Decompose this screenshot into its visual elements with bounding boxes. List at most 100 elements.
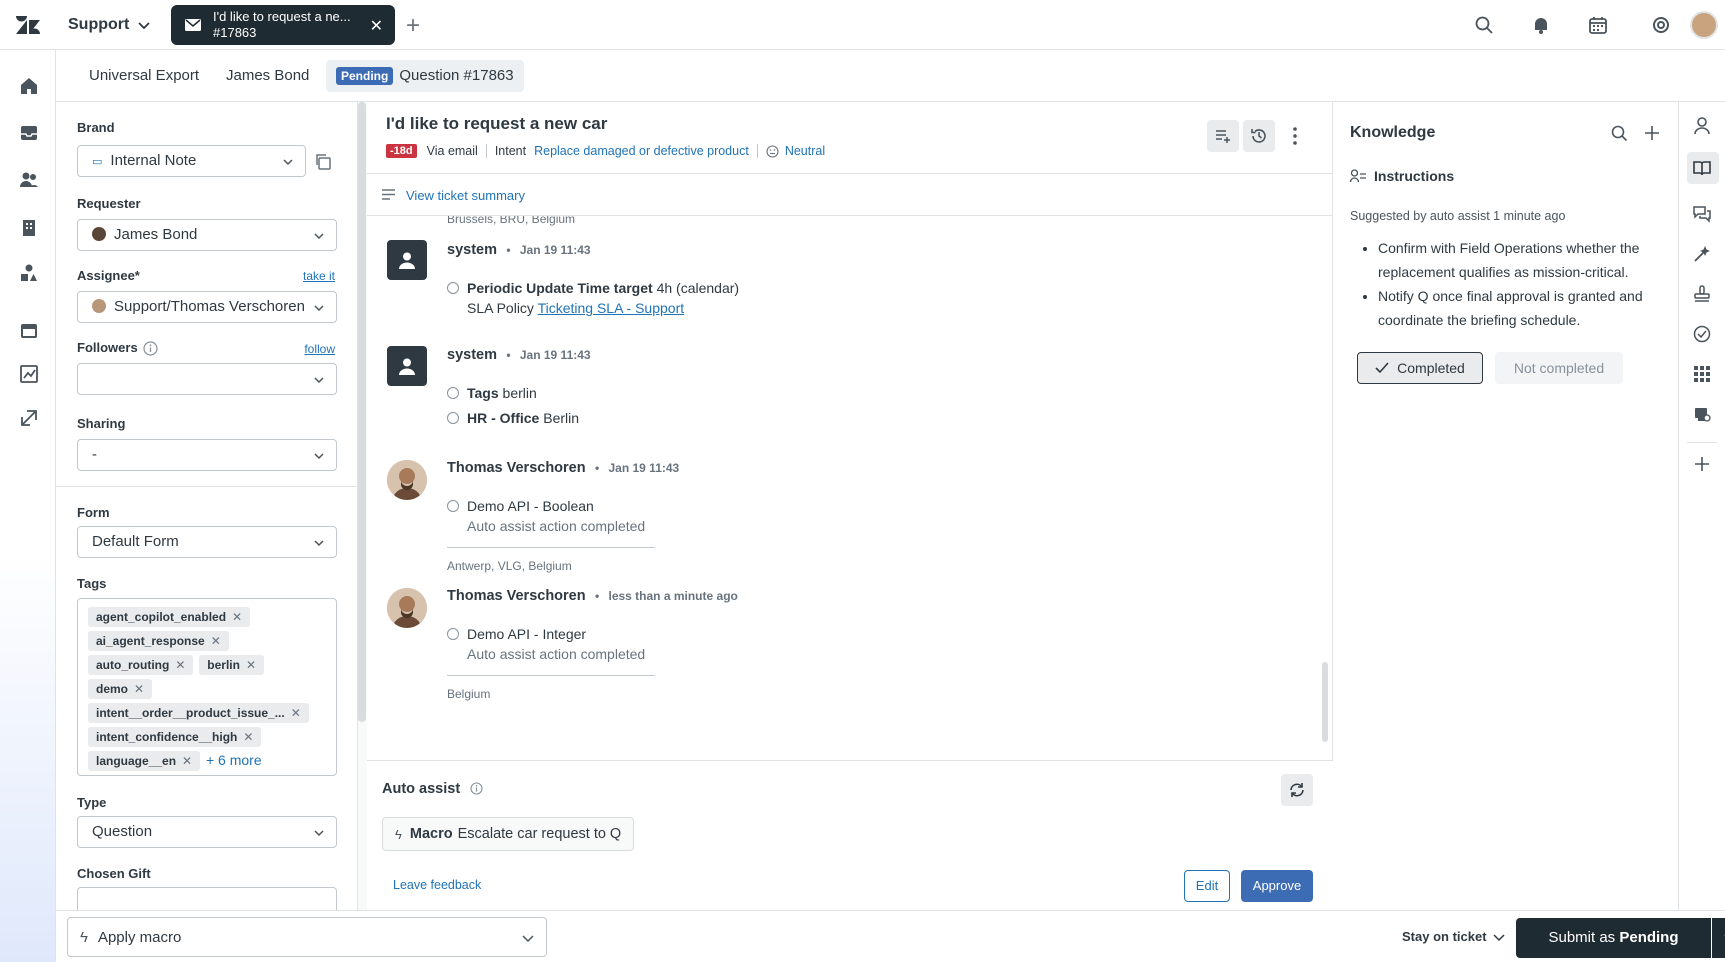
- apply-macro-select[interactable]: ϟ Apply macro: [67, 917, 547, 957]
- search-icon[interactable]: [1611, 125, 1628, 142]
- submit-options-button[interactable]: [1712, 918, 1725, 958]
- brand-select[interactable]: ▭ Internal Note: [77, 145, 306, 177]
- home-icon[interactable]: [19, 76, 39, 96]
- tab-organization[interactable]: Universal Export: [79, 60, 209, 92]
- requester-select[interactable]: James Bond: [77, 219, 337, 251]
- submit-button[interactable]: Submit as Pending: [1516, 918, 1711, 958]
- bell-icon[interactable]: [1531, 15, 1551, 35]
- history-button[interactable]: [1243, 120, 1275, 152]
- info-icon[interactable]: [143, 341, 158, 356]
- add-icon[interactable]: [1644, 125, 1660, 141]
- tab-ticket[interactable]: Pending Question #17863: [326, 60, 524, 92]
- check-circle-icon[interactable]: [1692, 324, 1712, 344]
- approve-button[interactable]: Approve: [1241, 870, 1313, 902]
- sla-policy-link[interactable]: Ticketing SLA - Support: [538, 300, 685, 316]
- check-circle-icon: [447, 628, 459, 640]
- tag-chip[interactable]: intent__order__product_issue_... ✕: [88, 703, 309, 723]
- zendesk-logo-icon[interactable]: [16, 14, 40, 36]
- tag-chip[interactable]: demo ✕: [88, 679, 153, 699]
- sell-icon[interactable]: [19, 408, 39, 428]
- magic-wand-icon[interactable]: [1692, 244, 1712, 264]
- chevron-down-icon: [1493, 933, 1505, 941]
- stay-on-ticket-select[interactable]: Stay on ticket: [1402, 929, 1505, 944]
- take-it-link[interactable]: take it: [303, 269, 335, 283]
- instruction-list: Confirm with Field Operations whether th…: [1378, 236, 1668, 332]
- feed-scrollbar[interactable]: [1322, 662, 1328, 742]
- remove-tag-icon[interactable]: ✕: [232, 610, 242, 624]
- chat-bubbles-icon[interactable]: [1692, 204, 1712, 224]
- completed-button[interactable]: Completed: [1357, 352, 1483, 384]
- tags-input[interactable]: agent_copilot_enabled ✕ ai_agent_response…: [77, 598, 337, 776]
- followers-label: Followers: [77, 340, 138, 355]
- view-summary-link[interactable]: View ticket summary: [406, 188, 525, 203]
- tag-chip[interactable]: berlin ✕: [199, 655, 265, 675]
- knowledge-book-icon[interactable]: [1692, 158, 1712, 178]
- calendar-icon[interactable]: [1588, 15, 1608, 35]
- tab-user[interactable]: James Bond: [216, 60, 319, 92]
- inbox-icon[interactable]: [19, 123, 39, 143]
- tag-chip[interactable]: language__en ✕: [88, 751, 201, 771]
- add-tab-icon[interactable]: +: [406, 12, 420, 40]
- close-tab-icon[interactable]: ✕: [370, 16, 383, 36]
- info-icon[interactable]: [470, 782, 483, 795]
- tag-label: intent__order__product_issue_...: [96, 706, 285, 720]
- schedule-icon[interactable]: [19, 320, 39, 340]
- tag-chip[interactable]: agent_copilot_enabled ✕: [88, 607, 251, 627]
- remove-tag-icon[interactable]: ✕: [243, 730, 253, 744]
- remove-tag-icon[interactable]: ✕: [246, 658, 256, 672]
- divider: [756, 144, 758, 158]
- sentiment-link[interactable]: Neutral: [785, 144, 825, 158]
- search-icon[interactable]: [1474, 15, 1494, 35]
- remove-tag-icon[interactable]: ✕: [134, 682, 144, 696]
- ticket-subject[interactable]: I'd like to request a new car: [386, 114, 607, 134]
- admin-shapes-icon[interactable]: [19, 263, 39, 283]
- remove-tag-icon[interactable]: ✕: [182, 754, 192, 768]
- more-options-icon[interactable]: [1292, 126, 1298, 146]
- apps-grid-icon[interactable]: [1692, 364, 1712, 384]
- edit-button[interactable]: Edit: [1184, 870, 1230, 902]
- product-switcher[interactable]: Support: [68, 16, 151, 34]
- tag-chip[interactable]: intent_confidence__high ✕: [88, 727, 262, 747]
- type-select[interactable]: Question: [77, 816, 337, 848]
- organizations-icon[interactable]: [19, 218, 39, 238]
- add-app-icon[interactable]: [1692, 454, 1712, 474]
- tag-chip[interactable]: ai_agent_response ✕: [88, 631, 229, 651]
- submit-status: Pending: [1619, 929, 1679, 946]
- app-tool-icon[interactable]: [1692, 404, 1712, 424]
- properties-scrollbar[interactable]: [358, 102, 366, 722]
- more-tags-link[interactable]: + 6 more: [206, 752, 262, 768]
- tag-chip[interactable]: auto_routing ✕: [88, 655, 194, 675]
- customer-context-icon[interactable]: [1692, 116, 1712, 136]
- remove-tag-icon[interactable]: ✕: [211, 634, 221, 648]
- remove-tag-icon[interactable]: ✕: [291, 706, 301, 720]
- agent-avatar: [387, 588, 427, 628]
- stamp-icon[interactable]: [1692, 284, 1712, 304]
- assignee-select[interactable]: Support/Thomas Verschoren: [77, 291, 337, 323]
- sharing-select[interactable]: -: [77, 439, 337, 471]
- follow-link[interactable]: follow: [304, 342, 335, 356]
- followers-select[interactable]: [77, 363, 337, 395]
- ticket-actions-button[interactable]: [1207, 120, 1239, 152]
- divider: [56, 486, 357, 487]
- note-icon: ▭: [92, 156, 103, 168]
- auto-assist-refresh-button[interactable]: [1281, 774, 1313, 806]
- remove-tag-icon[interactable]: ✕: [175, 658, 185, 672]
- leave-feedback-link[interactable]: Leave feedback: [393, 878, 481, 892]
- requester-avatar: [92, 227, 106, 241]
- ticket-tab[interactable]: I'd like to request a ne... #17863 ✕: [171, 5, 395, 45]
- list-add-icon: [1216, 130, 1230, 143]
- reporting-icon[interactable]: [19, 364, 39, 384]
- checkmark-icon: [1375, 362, 1389, 374]
- suggested-macro-chip[interactable]: ϟ Macro Escalate car request to Q: [382, 817, 635, 851]
- user-avatar[interactable]: [1690, 11, 1718, 39]
- ticket-properties-panel: Brand ▭ Internal Note Requester James Bon…: [56, 102, 358, 910]
- ticket-meta: -18d Via email Intent Replace damaged or…: [386, 144, 825, 158]
- intent-value-link[interactable]: Replace damaged or defective product: [534, 144, 749, 158]
- api-integer-event: Demo API - Integer Auto assist action com…: [447, 626, 645, 662]
- not-completed-button[interactable]: Not completed: [1495, 352, 1623, 384]
- chosen-gift-input[interactable]: [77, 887, 337, 910]
- customers-icon[interactable]: [19, 170, 39, 190]
- form-select[interactable]: Default Form: [77, 526, 337, 558]
- help-lifebuoy-icon[interactable]: [1651, 15, 1671, 35]
- copy-icon[interactable]: [314, 153, 332, 171]
